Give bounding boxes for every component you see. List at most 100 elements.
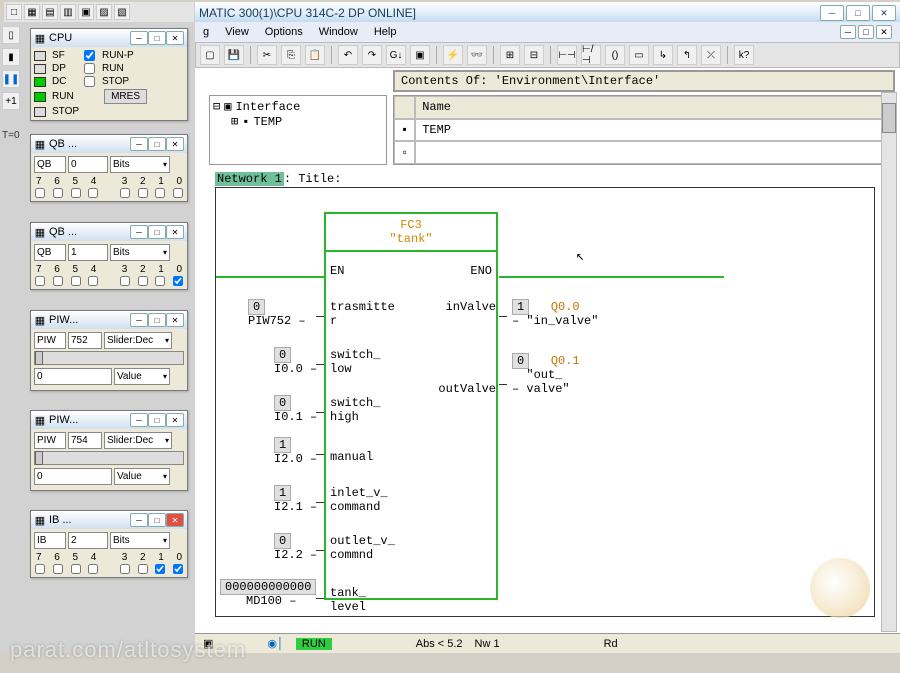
tb-coil-icon[interactable]: ()	[605, 45, 625, 65]
qb0-b1[interactable]	[155, 188, 165, 198]
qb0-fmt[interactable]: Bits	[110, 156, 170, 173]
tb-module-icon[interactable]: ▣	[410, 45, 430, 65]
qb0-b7[interactable]	[35, 188, 45, 198]
piw752-num[interactable]	[68, 332, 102, 349]
piw752-addr[interactable]	[34, 332, 66, 349]
ib2-b5[interactable]	[71, 564, 81, 574]
ib2-close[interactable]: ✕	[166, 513, 184, 527]
tb-fb2-icon[interactable]: ⊟	[524, 45, 544, 65]
tb-fb1-icon[interactable]: ⊞	[500, 45, 520, 65]
ib2-b1[interactable]	[155, 564, 165, 574]
piw752-max[interactable]: □	[148, 313, 166, 327]
tb-goto-icon[interactable]: G↓	[386, 45, 406, 65]
ts-icon-5[interactable]: ▣	[78, 4, 94, 20]
empty-row[interactable]	[415, 141, 894, 164]
vt-icon-1[interactable]: ▯	[2, 26, 20, 44]
ib2-b4[interactable]	[88, 564, 98, 574]
interface-tree[interactable]: ⊟▣ Interface ⊞▪ TEMP	[209, 95, 387, 165]
ib2-b6[interactable]	[53, 564, 63, 574]
qb0-min[interactable]: ─	[130, 137, 148, 151]
piw752-fmt[interactable]: Slider:Dec	[104, 332, 172, 349]
ib2-b0[interactable]	[173, 564, 183, 574]
qb0-addr[interactable]	[34, 156, 66, 173]
tb-box-icon[interactable]: ▭	[629, 45, 649, 65]
qb0-b6[interactable]	[53, 188, 63, 198]
qb1-addr[interactable]	[34, 244, 66, 261]
maximize-button[interactable]: □	[846, 5, 870, 21]
tree-expand-icon[interactable]: ⊟	[213, 99, 220, 114]
menu-options[interactable]: Options	[265, 26, 303, 38]
qb1-b7[interactable]	[35, 276, 45, 286]
tb-paste-icon[interactable]: 📋	[305, 45, 325, 65]
ib2-addr[interactable]	[34, 532, 66, 549]
menu-help[interactable]: Help	[374, 26, 397, 38]
piw754-val[interactable]	[34, 468, 112, 485]
qb0-max[interactable]: □	[148, 137, 166, 151]
ts-icon-4[interactable]: ▥	[60, 4, 76, 20]
ib2-b7[interactable]	[35, 564, 45, 574]
ib2-b3[interactable]	[120, 564, 130, 574]
tb-undo-icon[interactable]: ↶	[338, 45, 358, 65]
menu-window[interactable]: Window	[319, 26, 358, 38]
ts-icon-1[interactable]: □	[6, 4, 22, 20]
cpu-min[interactable]: ─	[130, 31, 148, 45]
tb-x-icon[interactable]: ⤫	[701, 45, 721, 65]
stop-check[interactable]	[84, 76, 95, 87]
tb-ncontact-icon[interactable]: ⊢/⊣	[581, 45, 601, 65]
qb0-b3[interactable]	[120, 188, 130, 198]
qb1-b2[interactable]	[138, 276, 148, 286]
qb1-b5[interactable]	[71, 276, 81, 286]
qb1-max[interactable]: □	[148, 225, 166, 239]
piw754-close[interactable]: ✕	[166, 413, 184, 427]
mres-button[interactable]: MRES	[104, 89, 147, 104]
ts-icon-6[interactable]: ▨	[96, 4, 112, 20]
qb1-b1[interactable]	[155, 276, 165, 286]
vt-icon-pause[interactable]: ❚❚	[2, 70, 20, 88]
tb-copy-icon[interactable]: ⎘	[281, 45, 301, 65]
qb1-b6[interactable]	[53, 276, 63, 286]
qb1-min[interactable]: ─	[130, 225, 148, 239]
ib2-fmt[interactable]: Bits	[110, 532, 170, 549]
ts-icon-7[interactable]: ▧	[114, 4, 130, 20]
tb-redo-icon[interactable]: ↷	[362, 45, 382, 65]
qb1-b4[interactable]	[88, 276, 98, 286]
tb-help-icon[interactable]: k?	[734, 45, 754, 65]
piw754-fmt[interactable]: Slider:Dec	[104, 432, 172, 449]
tb-branch-icon[interactable]: ↳	[653, 45, 673, 65]
runp-check[interactable]	[84, 50, 95, 61]
piw754-slider[interactable]	[34, 451, 184, 465]
tb-contact-icon[interactable]: ⊢⊣	[557, 45, 577, 65]
qb1-close[interactable]: ✕	[166, 225, 184, 239]
qb0-b5[interactable]	[71, 188, 81, 198]
ts-icon-2[interactable]: ▦	[24, 4, 40, 20]
qb0-close[interactable]: ✕	[166, 137, 184, 151]
minimize-button[interactable]: ─	[820, 5, 844, 21]
doc-min[interactable]: ─	[840, 25, 856, 39]
piw754-addr[interactable]	[34, 432, 66, 449]
doc-close[interactable]: ✕	[876, 25, 892, 39]
piw752-val[interactable]	[34, 368, 112, 385]
piw752-close[interactable]: ✕	[166, 313, 184, 327]
qb0-num[interactable]	[68, 156, 108, 173]
scrollbar-thumb[interactable]	[882, 103, 896, 133]
tb-branch2-icon[interactable]: ↰	[677, 45, 697, 65]
ib2-num[interactable]	[68, 532, 108, 549]
qb1-b0[interactable]	[173, 276, 183, 286]
tree-expand2-icon[interactable]: ⊞	[231, 114, 238, 129]
ib2-min[interactable]: ─	[130, 513, 148, 527]
temp-row[interactable]: TEMP	[415, 119, 894, 142]
piw754-num[interactable]	[68, 432, 102, 449]
vertical-scrollbar[interactable]	[881, 92, 897, 632]
tb-cut-icon[interactable]: ✂	[257, 45, 277, 65]
piw752-slider[interactable]	[34, 351, 184, 365]
menu-first[interactable]: g	[203, 26, 209, 38]
tb-save-icon[interactable]: 💾	[224, 45, 244, 65]
qb0-b2[interactable]	[138, 188, 148, 198]
piw754-min[interactable]: ─	[130, 413, 148, 427]
run-check[interactable]	[84, 63, 95, 74]
ladder-diagram[interactable]: FC3 "tank" EN ENO 0 PIW752 – trasmitter …	[215, 187, 875, 617]
piw754-max[interactable]: □	[148, 413, 166, 427]
menu-view[interactable]: View	[225, 26, 249, 38]
tb-monitor-icon[interactable]: 👓	[467, 45, 487, 65]
tb-online-icon[interactable]: ⚡	[443, 45, 463, 65]
